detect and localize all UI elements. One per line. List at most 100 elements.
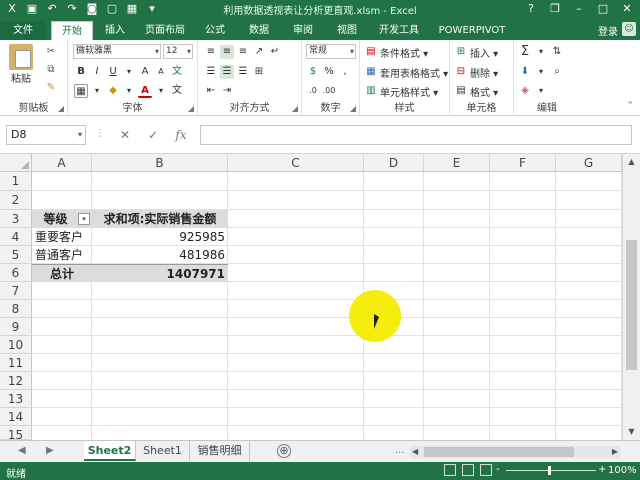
border-icon[interactable]: ▦ (74, 84, 88, 98)
redo-icon[interactable]: ↷ (64, 1, 80, 17)
normal-view-icon[interactable] (444, 464, 456, 476)
column-header-g[interactable]: G (556, 154, 622, 172)
scroll-right-icon[interactable]: ▶ (612, 446, 618, 458)
autosum-dropdown-icon[interactable]: ▾ (534, 45, 548, 59)
dialog-launcher-icon[interactable]: ◢ (292, 104, 298, 113)
undo-icon[interactable]: ↶ (44, 1, 60, 17)
collapse-ribbon-icon[interactable]: ⌃ (626, 101, 634, 111)
tab-powerpivot[interactable]: POWERPIVOT (432, 21, 512, 40)
align-middle-icon[interactable]: ≡ (220, 45, 234, 59)
pivot-total-value[interactable]: 1407971 (92, 264, 228, 282)
wrap-text-icon[interactable]: ↵ (268, 45, 282, 59)
shrink-font-button[interactable]: A (154, 65, 168, 79)
underline-dropdown-icon[interactable]: ▾ (122, 65, 136, 79)
conditional-format-button[interactable]: ▤ 条件格式 ▾ (364, 44, 428, 60)
name-box[interactable]: D8 ▾ (6, 125, 86, 145)
font-name-combo[interactable]: 微软雅黑 ▾ (73, 44, 161, 59)
fill-color-icon[interactable]: ◆ (106, 84, 120, 98)
fill-dropdown-icon[interactable]: ▾ (534, 65, 548, 79)
sort-filter-icon[interactable]: ⇅ (550, 45, 564, 59)
phonetic-icon[interactable]: 文 (170, 65, 184, 79)
autosum-icon[interactable]: Σ (518, 45, 532, 59)
filter-dropdown-icon[interactable]: ▾ (78, 213, 90, 225)
zoom-slider[interactable] (506, 466, 596, 475)
sheet-tab-sheet1[interactable]: Sheet1 (136, 441, 190, 461)
horizontal-scrollbar[interactable]: ◀ ▶ (410, 446, 620, 458)
pivot-value-header[interactable]: 求和项:实际销售金额 (92, 210, 228, 228)
customize-icon[interactable]: ▾ (144, 1, 160, 17)
login-link[interactable]: 登录 (598, 23, 618, 38)
minimize-button[interactable]: – (568, 1, 590, 17)
row-header-10[interactable]: 10 (0, 336, 32, 354)
column-header-f[interactable]: F (490, 154, 556, 172)
tab-view[interactable]: 视图 (328, 21, 366, 40)
clear-icon[interactable]: ◈ (518, 84, 532, 98)
tab-home[interactable]: 开始 (51, 21, 93, 40)
row-header-5[interactable]: 5 (0, 246, 32, 264)
grow-font-button[interactable]: A (138, 65, 152, 79)
percent-button[interactable]: % (322, 65, 336, 79)
font-color-button[interactable]: A (138, 84, 152, 98)
table-icon[interactable]: ▦ (124, 1, 140, 17)
font-color-dropdown-icon[interactable]: ▾ (154, 84, 168, 98)
border-dropdown-icon[interactable]: ▾ (90, 84, 104, 98)
pivot-row-value[interactable]: 925985 (92, 228, 228, 246)
column-header-a[interactable]: A (32, 154, 92, 172)
underline-button[interactable]: U (106, 65, 120, 79)
save-icon[interactable]: ▣ (24, 1, 40, 17)
find-select-icon[interactable]: ⌕ (550, 65, 564, 79)
new-file-icon[interactable]: ▢ (104, 1, 120, 17)
formula-input[interactable] (200, 125, 632, 145)
enter-icon[interactable]: ✓ (142, 125, 164, 145)
cancel-icon[interactable]: ✕ (114, 125, 136, 145)
zoom-out-button[interactable]: - (496, 464, 500, 475)
close-button[interactable]: ✕ (616, 1, 638, 17)
italic-button[interactable]: I (90, 65, 104, 79)
row-header-12[interactable]: 12 (0, 372, 32, 390)
horizontal-scroll-thumb[interactable] (424, 447, 574, 457)
align-top-icon[interactable]: ≡ (204, 45, 218, 59)
zoom-in-button[interactable]: + (598, 464, 606, 475)
scroll-left-icon[interactable]: ◀ (412, 446, 418, 458)
page-break-view-icon[interactable] (480, 464, 492, 476)
column-header-c[interactable]: C (228, 154, 364, 172)
copy-icon[interactable]: ⧉ (44, 63, 58, 77)
paste-button[interactable]: 粘贴 (4, 44, 38, 88)
zoom-level[interactable]: 100% (608, 465, 637, 476)
number-format-combo[interactable]: 常规 ▾ (306, 44, 356, 59)
select-all-corner[interactable] (0, 154, 32, 172)
tab-insert[interactable]: 插入 (96, 21, 134, 40)
align-right-icon[interactable]: ☰ (236, 65, 250, 79)
cell-styles-button[interactable]: ▥ 单元格样式 ▾ (364, 83, 438, 99)
column-header-e[interactable]: E (424, 154, 490, 172)
row-header-3[interactable]: 3 (0, 210, 32, 228)
more-font-icon[interactable]: 文 (170, 84, 184, 98)
row-header-7[interactable]: 7 (0, 282, 32, 300)
maximize-button[interactable]: □ (592, 1, 614, 17)
cut-icon[interactable]: ✂ (44, 45, 58, 59)
align-bottom-icon[interactable]: ≡ (236, 45, 250, 59)
camera-icon[interactable]: ◙ (84, 1, 100, 17)
row-header-9[interactable]: 9 (0, 318, 32, 336)
tab-data[interactable]: 数据 (240, 21, 278, 40)
insert-function-icon[interactable]: fx (170, 125, 192, 145)
add-sheet-icon[interactable]: ⊕ (277, 444, 291, 458)
dialog-launcher-icon[interactable]: ◢ (188, 104, 194, 113)
row-header-6[interactable]: 6 (0, 264, 32, 282)
increase-decimal-icon[interactable]: .0 (306, 84, 320, 98)
tab-file[interactable]: 文件 (0, 21, 46, 40)
clear-dropdown-icon[interactable]: ▾ (534, 84, 548, 98)
decrease-decimal-icon[interactable]: .00 (322, 84, 336, 98)
page-layout-view-icon[interactable] (462, 464, 474, 476)
tab-review[interactable]: 审阅 (284, 21, 322, 40)
orientation-icon[interactable]: ↗ (252, 45, 266, 59)
excel-logo-icon[interactable]: X (4, 1, 20, 17)
delete-cells-button[interactable]: ⊟ 删除 ▾ (454, 64, 498, 80)
sheet-tab-sheet2[interactable]: Sheet2 (84, 441, 136, 461)
format-cells-button[interactable]: ▤ 格式 ▾ (454, 83, 498, 99)
column-header-d[interactable]: D (364, 154, 424, 172)
decrease-indent-icon[interactable]: ⇤ (204, 84, 218, 98)
vertical-scrollbar[interactable]: ▲ ▼ (622, 154, 640, 440)
format-as-table-button[interactable]: ▦ 套用表格格式 ▾ (364, 64, 448, 80)
row-header-8[interactable]: 8 (0, 300, 32, 318)
